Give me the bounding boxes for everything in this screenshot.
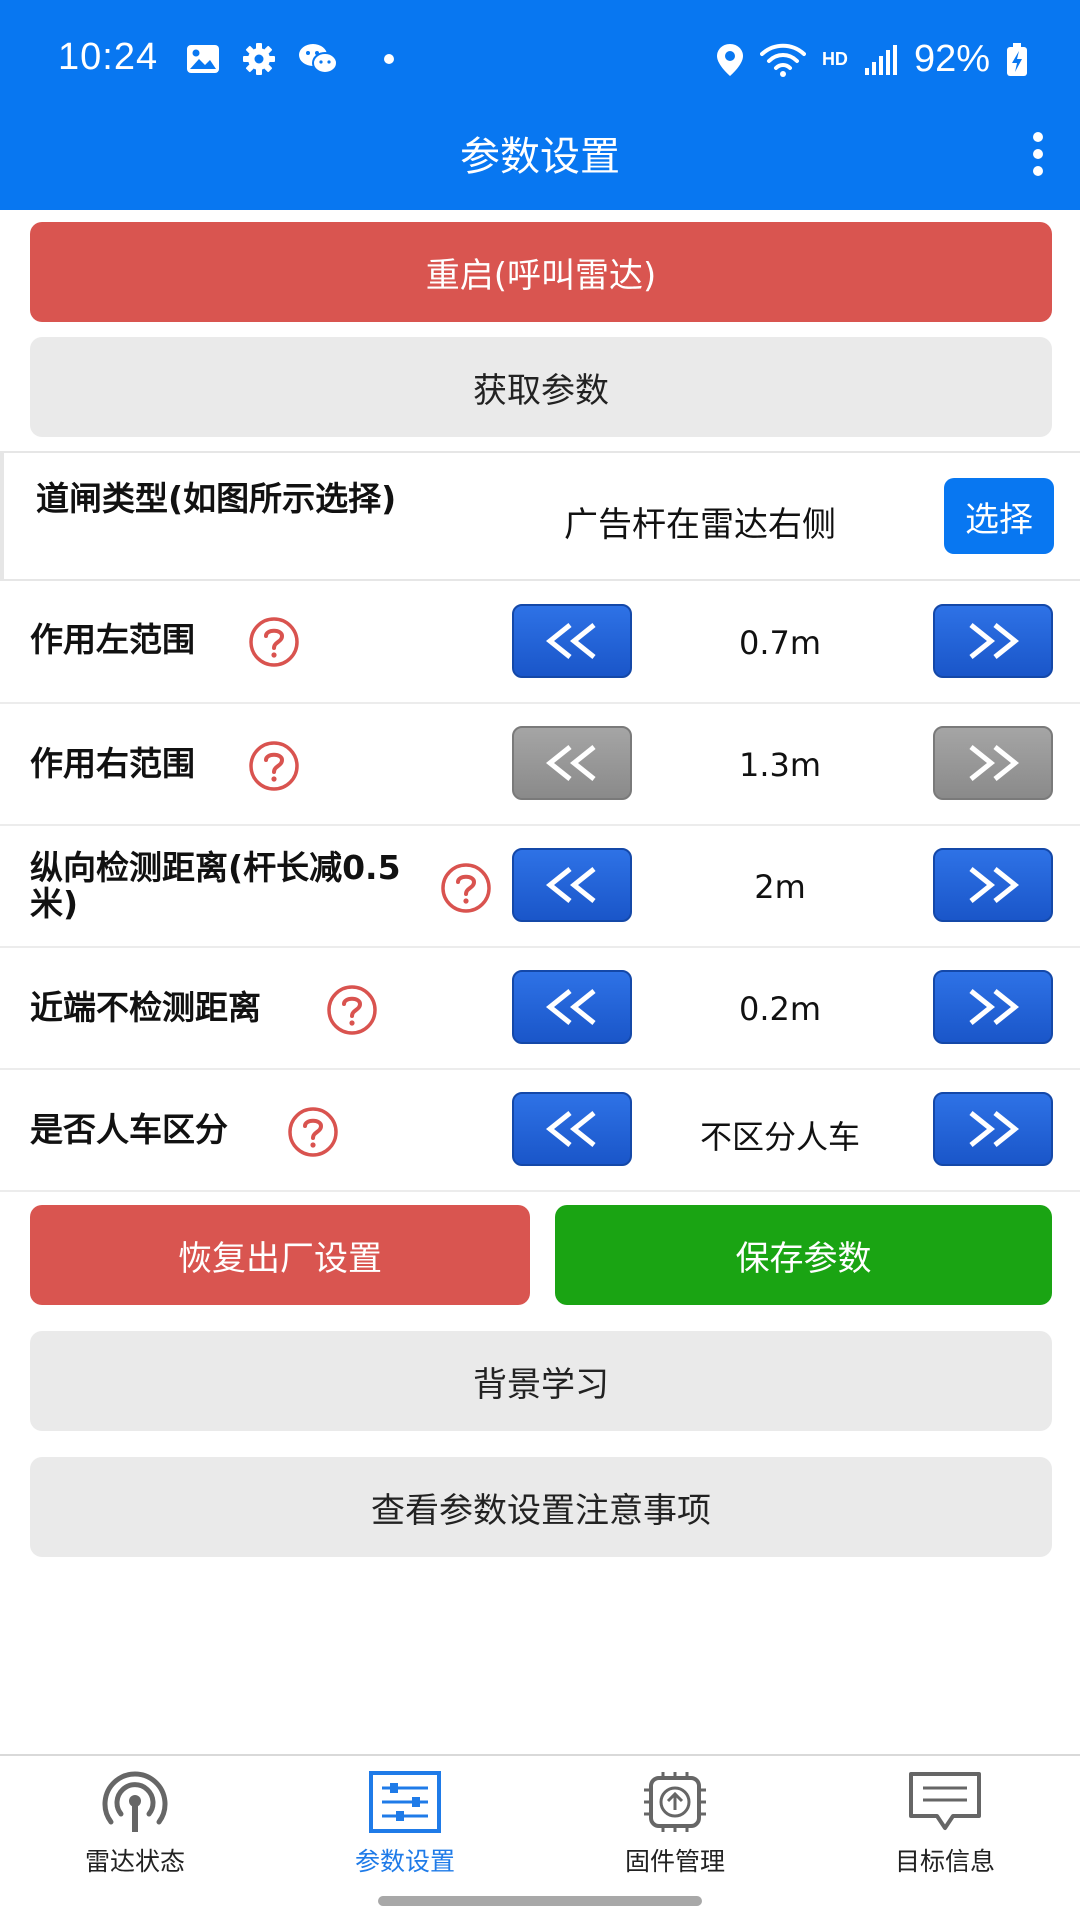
settings-gear-icon xyxy=(243,43,275,75)
wechat-icon xyxy=(299,44,338,74)
nav-firmware-management[interactable]: 固件管理 xyxy=(540,1770,810,1890)
battery-charging-icon xyxy=(1007,42,1027,76)
restart-radar-button[interactable]: 重启(呼叫雷达) xyxy=(30,222,1052,322)
double-chevron-left-icon xyxy=(545,1111,596,1147)
double-chevron-left-icon xyxy=(545,623,596,659)
background-learning-button[interactable]: 背景学习 xyxy=(30,1331,1052,1431)
save-parameters-button[interactable]: 保存参数 xyxy=(555,1205,1052,1305)
double-chevron-right-icon xyxy=(969,867,1020,903)
increase-longitudinal-distance-button[interactable] xyxy=(933,848,1053,922)
factory-reset-button[interactable]: 恢复出厂设置 xyxy=(30,1205,530,1305)
param-label: 纵向检测距离(杆长减0.5米) xyxy=(30,848,401,923)
increase-right-range-button[interactable] xyxy=(933,726,1053,800)
nav-label: 参数设置 xyxy=(354,1847,455,1876)
gate-type-row: 道闸类型(如图所示选择) 广告杆在雷达右侧 选择 xyxy=(0,451,1080,581)
double-chevron-right-icon xyxy=(969,623,1020,659)
status-time: 10:24 xyxy=(58,36,159,78)
nav-target-info[interactable]: 目标信息 xyxy=(810,1770,1080,1890)
select-gate-type-button[interactable]: 选择 xyxy=(944,478,1054,554)
decrease-longitudinal-distance-button[interactable] xyxy=(512,848,632,922)
help-question-icon[interactable] xyxy=(287,1106,339,1158)
param-value: 0.2m xyxy=(738,990,822,1028)
double-chevron-left-icon xyxy=(545,867,596,903)
network-type-label: HD xyxy=(821,49,848,69)
decrease-right-range-button[interactable] xyxy=(512,726,632,800)
home-indicator[interactable] xyxy=(378,1896,702,1906)
param-value: 0.7m xyxy=(738,624,822,662)
view-notes-button[interactable]: 查看参数设置注意事项 xyxy=(30,1457,1052,1557)
nav-label: 固件管理 xyxy=(624,1847,725,1876)
double-chevron-left-icon xyxy=(545,989,596,1025)
param-row-left-range: 作用左范围 0.7m xyxy=(0,582,1080,704)
decrease-left-range-button[interactable] xyxy=(512,604,632,678)
app-header: 10:24 HD 92% 参数设置 xyxy=(0,0,1080,210)
sliders-settings-icon xyxy=(369,1771,441,1833)
param-value: 2m xyxy=(754,868,806,906)
param-label: 作用右范围 xyxy=(30,744,195,783)
notification-dot-icon xyxy=(384,54,394,64)
firmware-chip-upload-icon xyxy=(644,1772,706,1832)
param-row-right-range: 作用右范围 1.3m xyxy=(0,704,1080,826)
nav-label: 目标信息 xyxy=(894,1847,995,1876)
param-label: 近端不检测距离 xyxy=(30,988,261,1027)
nav-parameter-settings[interactable]: 参数设置 xyxy=(270,1770,540,1890)
status-notification-icons xyxy=(186,42,394,76)
nav-label: 雷达状态 xyxy=(84,1847,185,1876)
param-row-longitudinal-distance: 纵向检测距离(杆长减0.5米) 2m xyxy=(0,826,1080,948)
param-label: 作用左范围 xyxy=(30,620,195,659)
more-options-icon[interactable] xyxy=(1030,132,1046,176)
param-value: 不区分人车 xyxy=(699,1118,860,1156)
increase-left-range-button[interactable] xyxy=(933,604,1053,678)
battery-percent: 92% xyxy=(913,38,990,80)
increase-near-dead-zone-button[interactable] xyxy=(933,970,1053,1044)
gallery-icon xyxy=(187,45,219,73)
gate-type-value: 广告杆在雷达右侧 xyxy=(564,505,836,545)
location-icon xyxy=(716,43,743,76)
decrease-near-dead-zone-button[interactable] xyxy=(512,970,632,1044)
help-question-icon[interactable] xyxy=(248,740,300,792)
param-value: 1.3m xyxy=(738,746,822,784)
nav-radar-status[interactable]: 雷达状态 xyxy=(0,1770,270,1890)
param-label: 是否人车区分 xyxy=(30,1110,228,1149)
message-info-icon xyxy=(909,1772,981,1830)
double-chevron-right-icon xyxy=(969,989,1020,1025)
double-chevron-left-icon xyxy=(545,745,596,781)
status-bar: 10:24 HD 92% xyxy=(0,0,1080,120)
param-row-person-vehicle: 是否人车区分 不区分人车 xyxy=(0,1070,1080,1192)
double-chevron-right-icon xyxy=(969,745,1020,781)
status-system-icons: HD 92% xyxy=(716,38,1028,81)
get-parameters-button[interactable]: 获取参数 xyxy=(30,337,1052,437)
radar-signal-icon xyxy=(102,1771,168,1832)
param-row-near-dead-zone: 近端不检测距离 0.2m xyxy=(0,948,1080,1070)
wifi-icon xyxy=(759,43,806,77)
gate-type-label: 道闸类型(如图所示选择) xyxy=(36,479,397,518)
decrease-person-vehicle-button[interactable] xyxy=(512,1092,632,1166)
double-chevron-right-icon xyxy=(969,1111,1020,1147)
signal-icon xyxy=(864,44,897,75)
page-title: 参数设置 xyxy=(460,134,620,180)
increase-person-vehicle-button[interactable] xyxy=(933,1092,1053,1166)
help-question-icon[interactable] xyxy=(440,862,492,914)
help-question-icon[interactable] xyxy=(326,984,378,1036)
help-question-icon[interactable] xyxy=(248,616,300,668)
